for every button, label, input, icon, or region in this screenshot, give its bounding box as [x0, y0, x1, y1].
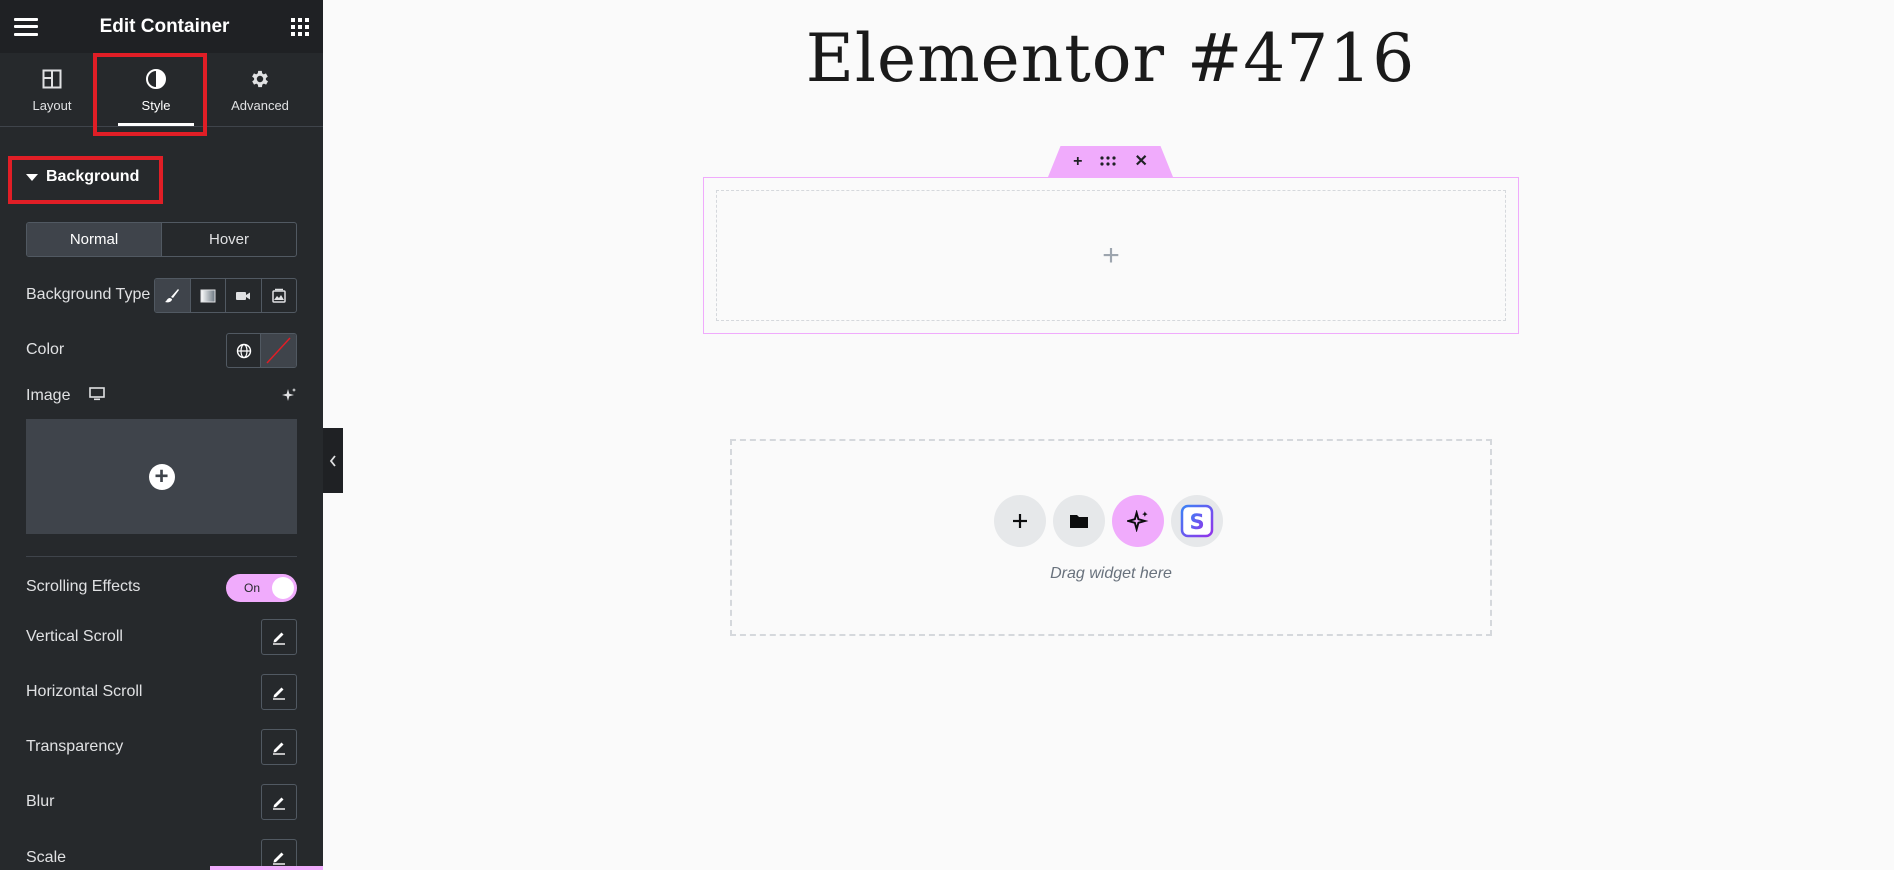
state-toggle: Normal Hover: [26, 222, 297, 257]
background-type-label: Background Type: [26, 286, 151, 303]
container-drop-area: +: [716, 190, 1506, 321]
plus-circle-icon: +: [148, 463, 175, 490]
slideshow-icon[interactable]: [260, 279, 297, 312]
horizontal-scroll-label: Horizontal Scroll: [26, 683, 143, 700]
pencil-icon: [273, 632, 285, 645]
collapse-panel-button[interactable]: [323, 428, 343, 493]
switch-knob: [272, 577, 294, 599]
accent-bar: [210, 866, 323, 870]
add-element-icon[interactable]: +: [1102, 239, 1120, 273]
panel-tabs: Layout Style Advanced: [0, 53, 323, 127]
blur-edit-button[interactable]: [261, 784, 297, 820]
ai-sparkle-icon: [1127, 510, 1149, 532]
globe-icon[interactable]: [227, 334, 260, 367]
pencil-icon: [273, 742, 285, 755]
hover-state-button[interactable]: Hover: [161, 223, 296, 256]
image-label: Image: [26, 387, 71, 404]
ai-generate-button[interactable]: [1112, 495, 1164, 547]
tab-style[interactable]: Style: [104, 53, 208, 126]
chevron-left-icon: [329, 454, 336, 467]
normal-state-button[interactable]: Normal: [27, 223, 161, 256]
gear-icon: [249, 66, 271, 92]
color-label: Color: [26, 341, 65, 358]
scrolling-effects-switch[interactable]: On: [226, 574, 297, 602]
panel-title: Edit Container: [99, 15, 230, 37]
tab-label: Style: [141, 98, 171, 113]
tab-advanced[interactable]: Advanced: [208, 53, 312, 126]
tab-label: Advanced: [231, 98, 289, 113]
drop-zone-text: Drag widget here: [1050, 565, 1172, 582]
background-type-choices: [154, 278, 297, 313]
s-plugin-button[interactable]: S: [1171, 495, 1223, 547]
selected-container[interactable]: +: [703, 177, 1519, 334]
switch-label: On: [244, 581, 261, 595]
ai-sparkle-icon[interactable]: [281, 387, 297, 408]
transparency-edit-button[interactable]: [261, 729, 297, 765]
page-title: Elementor #4716: [805, 20, 1416, 97]
add-icon[interactable]: +: [1073, 153, 1082, 170]
horizontal-scroll-edit-button[interactable]: [261, 674, 297, 710]
vertical-scroll-edit-button[interactable]: [261, 619, 297, 655]
close-icon[interactable]: ✕: [1134, 153, 1147, 170]
editor-panel: Edit Container Layout Style Advanced Bac…: [0, 0, 323, 870]
tab-label: Layout: [32, 98, 72, 113]
classic-brush-icon[interactable]: [155, 279, 190, 312]
pencil-icon: [273, 687, 285, 700]
drag-handle-icon[interactable]: [1100, 154, 1117, 170]
add-template-button[interactable]: [1053, 495, 1105, 547]
image-upload-area[interactable]: +: [26, 419, 297, 534]
drop-zone-actions: S: [994, 495, 1223, 547]
pencil-icon: [273, 797, 285, 810]
scrolling-effects-label: Scrolling Effects: [26, 578, 141, 595]
vertical-scroll-label: Vertical Scroll: [26, 628, 123, 645]
pencil-icon: [273, 852, 285, 865]
section-title: Background: [46, 168, 140, 185]
svg-text:S: S: [1189, 510, 1204, 534]
plus-icon: [1013, 514, 1027, 528]
blur-label: Blur: [26, 793, 55, 810]
color-swatch[interactable]: [260, 334, 296, 367]
grid-icon[interactable]: [291, 17, 309, 36]
panel-header: Edit Container: [0, 0, 323, 53]
tab-layout[interactable]: Layout: [0, 53, 104, 126]
transparency-label: Transparency: [26, 738, 124, 755]
s-logo-icon: S: [1180, 504, 1214, 538]
hamburger-icon[interactable]: [14, 17, 38, 36]
folder-icon: [1070, 515, 1088, 528]
divider: [26, 556, 297, 557]
layout-icon: [42, 66, 62, 92]
video-icon[interactable]: [225, 279, 261, 312]
add-section-button[interactable]: [994, 495, 1046, 547]
scale-label: Scale: [26, 849, 67, 866]
widget-drop-zone[interactable]: S Drag widget here: [730, 439, 1492, 636]
container-handle: + ✕: [1048, 146, 1173, 177]
background-section-toggle[interactable]: Background: [26, 168, 139, 186]
gradient-icon[interactable]: [189, 279, 226, 312]
caret-down-icon: [26, 173, 38, 181]
desktop-icon[interactable]: [89, 387, 105, 406]
color-control: [226, 333, 297, 368]
contrast-icon: [145, 66, 167, 92]
